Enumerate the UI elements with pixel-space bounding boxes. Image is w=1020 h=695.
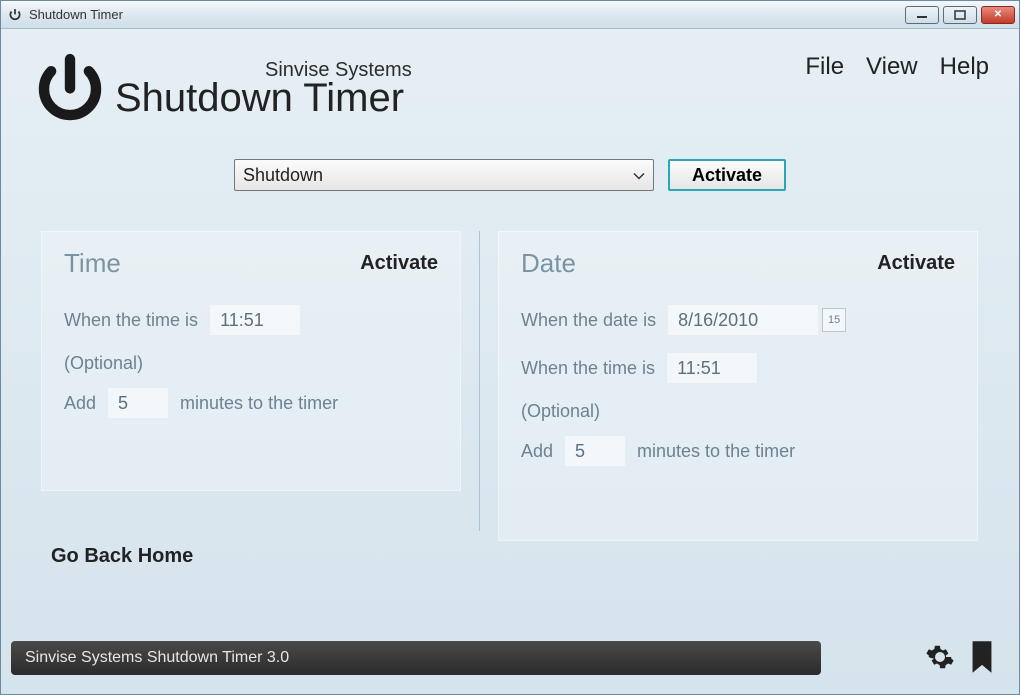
panels: Time Activate When the time is (Optional… [1, 191, 1019, 541]
maximize-button[interactable] [943, 6, 977, 24]
date-add-input[interactable] [565, 436, 625, 466]
time-when-label: When the time is [64, 310, 198, 331]
chevron-down-icon [633, 165, 645, 186]
date-activate-link[interactable]: Activate [877, 252, 955, 275]
menu-bar: File View Help [805, 51, 989, 81]
time-add-input[interactable] [108, 388, 168, 418]
go-back-home-link[interactable]: Go Back Home [51, 545, 193, 568]
menu-file[interactable]: File [805, 53, 844, 81]
action-select[interactable]: Shutdown [234, 159, 654, 191]
date-when-label: When the date is [521, 310, 656, 331]
power-icon [31, 51, 109, 129]
panel-divider [479, 231, 480, 531]
power-icon [7, 7, 23, 23]
date-time-when-label: When the time is [521, 358, 655, 379]
menu-view[interactable]: View [866, 53, 918, 81]
menu-help[interactable]: Help [940, 53, 989, 81]
time-add-suffix: minutes to the timer [180, 393, 338, 414]
date-panel-title: Date [521, 248, 576, 279]
titlebar: Shutdown Timer ✕ [1, 1, 1019, 29]
window-controls: ✕ [905, 6, 1015, 24]
close-button[interactable]: ✕ [981, 6, 1015, 24]
app-window: Shutdown Timer ✕ Sinvise Systems Shutdow… [0, 0, 1020, 695]
calendar-icon[interactable]: 15 [822, 308, 846, 332]
app-title: Shutdown Timer [115, 76, 412, 121]
footer: Sinvise Systems Shutdown Timer 3.0 [11, 634, 1009, 682]
activate-button[interactable]: Activate [668, 159, 786, 191]
time-panel: Time Activate When the time is (Optional… [41, 231, 461, 491]
date-add-suffix: minutes to the timer [637, 441, 795, 462]
date-add-label: Add [521, 441, 553, 462]
action-selected: Shutdown [243, 165, 323, 186]
bookmark-icon[interactable] [971, 641, 993, 678]
date-input[interactable] [668, 305, 818, 335]
header: Sinvise Systems Shutdown Timer File View… [1, 29, 1019, 129]
action-row: Shutdown Activate [1, 159, 1019, 191]
time-optional-label: (Optional) [64, 353, 438, 374]
time-add-label: Add [64, 393, 96, 414]
date-panel: Date Activate When the date is 15 When t… [498, 231, 978, 541]
minimize-button[interactable] [905, 6, 939, 24]
date-time-input[interactable] [667, 353, 757, 383]
time-panel-title: Time [64, 248, 121, 279]
time-activate-link[interactable]: Activate [360, 252, 438, 275]
window-title: Shutdown Timer [29, 7, 905, 22]
logo: Sinvise Systems Shutdown Timer [31, 51, 412, 129]
status-bar: Sinvise Systems Shutdown Timer 3.0 [11, 641, 821, 675]
time-input[interactable] [210, 305, 300, 335]
date-optional-label: (Optional) [521, 401, 955, 422]
gear-icon[interactable] [925, 642, 955, 677]
